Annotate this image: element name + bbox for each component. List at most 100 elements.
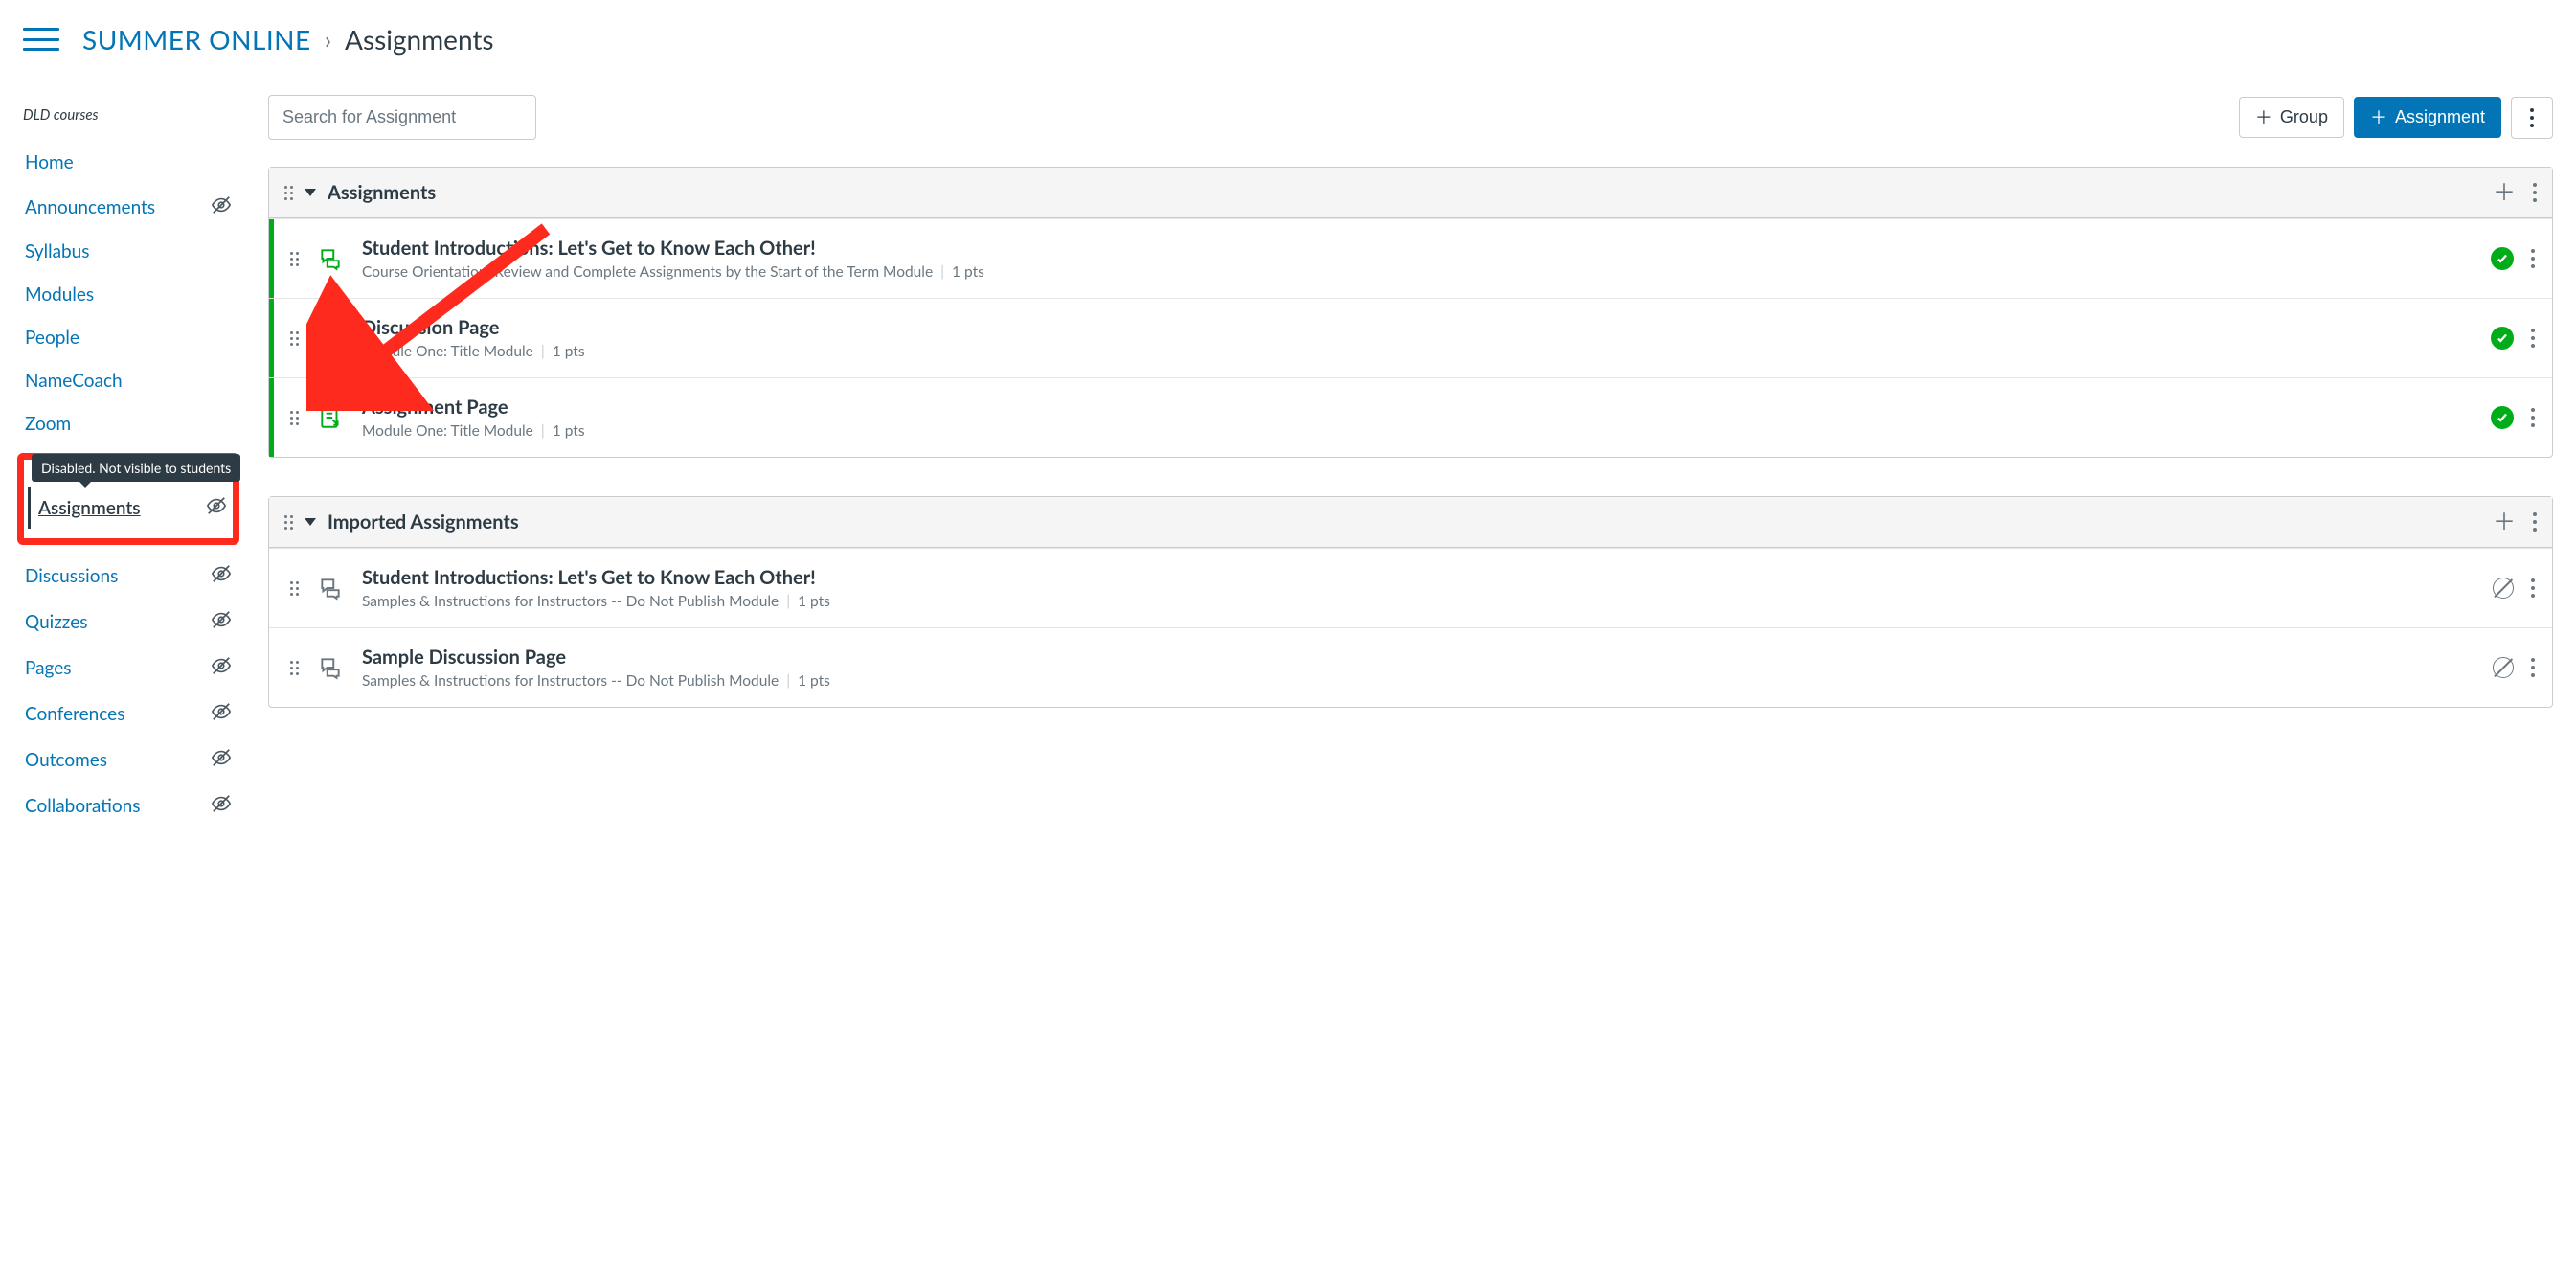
sidebar-item-label: Zoom: [25, 413, 71, 435]
unpublished-icon[interactable]: [2493, 657, 2514, 678]
hidden-icon: [211, 747, 232, 772]
group-options-button[interactable]: [2533, 183, 2537, 202]
sidebar-item-quizzes[interactable]: Quizzes: [23, 601, 234, 643]
add-group-button[interactable]: ＋ Group: [2239, 97, 2344, 138]
assignment-item[interactable]: Sample Discussion Page Samples & Instruc…: [269, 627, 2552, 707]
assignment-subtitle: Course Orientation: Review and Complete …: [362, 263, 2472, 281]
discussion-icon: [318, 246, 343, 271]
hamburger-menu-icon[interactable]: [23, 24, 59, 55]
assignment-title[interactable]: Assignment Page: [362, 396, 2472, 419]
sidebar-item-label: People: [25, 327, 79, 349]
assignment-icon: [318, 405, 343, 430]
hidden-icon: [211, 194, 232, 219]
course-nav: Home Announcements Syllabus Modules Peop…: [23, 143, 234, 827]
assignment-item[interactable]: Discussion Page Module One: Title Module…: [269, 298, 2552, 377]
published-icon[interactable]: [2491, 247, 2514, 270]
discussion-icon: [318, 576, 343, 601]
sidebar-item-syllabus[interactable]: Syllabus: [23, 232, 234, 271]
sidebar-item-outcomes[interactable]: Outcomes: [23, 738, 234, 781]
add-to-group-button[interactable]: ＋: [2493, 181, 2516, 204]
nav-highlight: Disabled. Not visible to students Assign…: [17, 453, 239, 545]
group-title: Assignments: [328, 181, 2481, 204]
sidebar-item-label: NameCoach: [25, 370, 123, 392]
breadcrumb-page: Assignments: [345, 23, 494, 56]
sidebar-item-label: Pages: [25, 657, 72, 679]
add-to-group-button[interactable]: ＋: [2493, 510, 2516, 533]
assignment-group: Assignments ＋ Student Introductions: Let…: [268, 167, 2553, 458]
unpublished-icon[interactable]: [2493, 578, 2514, 599]
assignment-group: Imported Assignments ＋ Student Introduct…: [268, 496, 2553, 708]
sidebar-item-zoom[interactable]: Zoom: [23, 404, 234, 443]
assignment-item[interactable]: Student Introductions: Let's Get to Know…: [269, 218, 2552, 298]
search-input[interactable]: [268, 95, 536, 140]
hidden-icon: [211, 793, 232, 818]
sidebar-item-label: Discussions: [25, 565, 118, 587]
sidebar-item-collaborations[interactable]: Collaborations: [23, 784, 234, 827]
assignments-options-button[interactable]: [2511, 97, 2553, 139]
assignment-title[interactable]: Student Introductions: Let's Get to Know…: [362, 237, 2472, 260]
hidden-icon: [211, 563, 232, 588]
sidebar-item-people[interactable]: People: [23, 318, 234, 357]
drag-handle-icon[interactable]: [290, 331, 299, 346]
group-options-button[interactable]: [2533, 512, 2537, 532]
drag-handle-icon[interactable]: [290, 411, 299, 425]
breadcrumb-separator: ›: [325, 24, 331, 55]
assignment-title[interactable]: Student Introductions: Let's Get to Know…: [362, 566, 2474, 589]
group-title: Imported Assignments: [328, 510, 2481, 533]
assignment-title[interactable]: Discussion Page: [362, 316, 2472, 339]
sidebar-item-label: Announcements: [25, 196, 155, 218]
hidden-icon: [211, 701, 232, 726]
sidebar-item-home[interactable]: Home: [23, 143, 234, 182]
sidebar-item-pages[interactable]: Pages: [23, 646, 234, 689]
assignment-subtitle: Samples & Instructions for Instructors -…: [362, 672, 2474, 690]
breadcrumb: SUMMER ONLINE › Assignments: [82, 23, 494, 56]
sidebar-item-label: Outcomes: [25, 749, 107, 771]
sidebar-item-announcements[interactable]: Announcements: [23, 186, 234, 228]
sidebar-item-label: Syllabus: [25, 240, 89, 262]
published-icon[interactable]: [2491, 406, 2514, 429]
drag-handle-icon[interactable]: [284, 186, 293, 200]
assignment-subtitle: Samples & Instructions for Instructors -…: [362, 593, 2474, 610]
assignment-title[interactable]: Sample Discussion Page: [362, 646, 2474, 669]
assignment-subtitle: Module One: Title Module|1 pts: [362, 422, 2472, 440]
add-assignment-label: Assignment: [2395, 107, 2485, 127]
breadcrumb-course-link[interactable]: SUMMER ONLINE: [82, 23, 311, 56]
sidebar-item-conferences[interactable]: Conferences: [23, 692, 234, 735]
sidebar-item-label: Modules: [25, 283, 94, 306]
tooltip: Disabled. Not visible to students: [32, 454, 240, 482]
assignment-item[interactable]: Assignment Page Module One: Title Module…: [269, 377, 2552, 457]
sidebar-item-assignments[interactable]: Assignments: [28, 487, 229, 529]
sidebar-item-label: Conferences: [25, 703, 124, 725]
drag-handle-icon[interactable]: [284, 515, 293, 530]
plus-icon: ＋: [2370, 109, 2387, 126]
sidebar-item-label: Home: [25, 151, 74, 173]
add-group-label: Group: [2280, 107, 2328, 127]
plus-icon: ＋: [2255, 109, 2272, 126]
hidden-icon: [211, 609, 232, 634]
sidebar-item-namecoach[interactable]: NameCoach: [23, 361, 234, 400]
drag-handle-icon[interactable]: [290, 661, 299, 675]
assignment-subtitle: Module One: Title Module|1 pts: [362, 343, 2472, 360]
group-header[interactable]: Imported Assignments ＋: [269, 497, 2552, 548]
sidebar-item-label: Assignments: [38, 497, 141, 519]
sidebar-item-discussions[interactable]: Discussions: [23, 555, 234, 597]
assignment-item[interactable]: Student Introductions: Let's Get to Know…: [269, 548, 2552, 627]
collapse-toggle-icon[interactable]: [305, 189, 316, 196]
sidebar-section-title: DLD courses: [23, 106, 234, 124]
discussion-icon: [318, 326, 343, 351]
item-options-button[interactable]: [2531, 408, 2535, 427]
add-assignment-button[interactable]: ＋ Assignment: [2354, 97, 2501, 138]
published-icon[interactable]: [2491, 327, 2514, 350]
collapse-toggle-icon[interactable]: [305, 518, 316, 526]
item-options-button[interactable]: [2531, 329, 2535, 348]
drag-handle-icon[interactable]: [290, 252, 299, 266]
kebab-icon: [2530, 108, 2534, 127]
item-options-button[interactable]: [2531, 249, 2535, 268]
sidebar-item-modules[interactable]: Modules: [23, 275, 234, 314]
group-header[interactable]: Assignments ＋: [269, 168, 2552, 218]
sidebar-item-label: Quizzes: [25, 611, 87, 633]
item-options-button[interactable]: [2531, 658, 2535, 677]
drag-handle-icon[interactable]: [290, 581, 299, 596]
item-options-button[interactable]: [2531, 578, 2535, 598]
discussion-icon: [318, 655, 343, 680]
